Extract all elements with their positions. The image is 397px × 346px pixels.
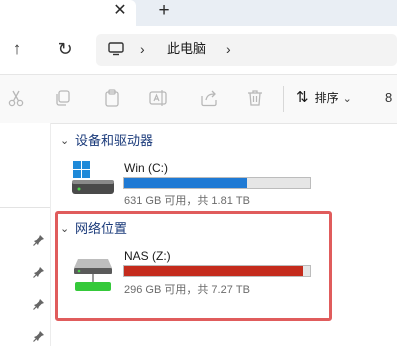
windows-drive-icon <box>72 161 114 194</box>
sort-label: 排序 <box>314 91 339 105</box>
share-icon[interactable] <box>199 88 219 108</box>
pin-icon[interactable] <box>33 266 45 278</box>
cut-icon[interactable] <box>6 88 26 108</box>
up-arrow-icon[interactable]: ↑ <box>8 38 26 60</box>
nav-divider <box>0 207 50 208</box>
pin-icon[interactable] <box>33 330 45 342</box>
pin-icon[interactable] <box>33 234 45 246</box>
collapse-chevron-icon[interactable]: ⌄ <box>60 133 70 149</box>
copy-icon[interactable] <box>53 88 73 108</box>
new-tab-icon[interactable]: + <box>156 1 172 21</box>
drive-capacity-fill-c <box>124 178 247 188</box>
drive-name-c[interactable]: Win (C:) <box>124 160 168 176</box>
more-options-icon[interactable]: 8 <box>385 88 392 108</box>
rename-icon[interactable] <box>148 88 168 108</box>
drive-info-c: 631 GB 可用，共 1.81 TB <box>124 195 250 207</box>
delete-icon[interactable] <box>245 88 265 108</box>
highlight-box <box>55 211 332 321</box>
breadcrumb-expand-icon[interactable]: › <box>226 40 236 58</box>
close-tab-icon[interactable]: ✕ <box>112 2 128 20</box>
breadcrumb-this-pc[interactable]: 此电脑 <box>167 40 206 58</box>
sort-icon: ⇅ <box>296 89 309 106</box>
chevron-down-icon: ⌄ <box>342 93 352 105</box>
breadcrumb-separator-icon: › <box>140 41 145 57</box>
section-title-devices[interactable]: 设备和驱动器 <box>75 132 153 150</box>
sort-button[interactable]: ⇅ 排序 ⌄ <box>296 88 352 108</box>
refresh-icon[interactable]: ↻ <box>56 38 74 60</box>
pin-icon[interactable] <box>33 298 45 310</box>
drive-capacity-bar-c <box>123 177 311 189</box>
paste-icon[interactable] <box>102 88 122 108</box>
toolbar-divider <box>283 86 284 112</box>
computer-icon <box>108 42 124 56</box>
